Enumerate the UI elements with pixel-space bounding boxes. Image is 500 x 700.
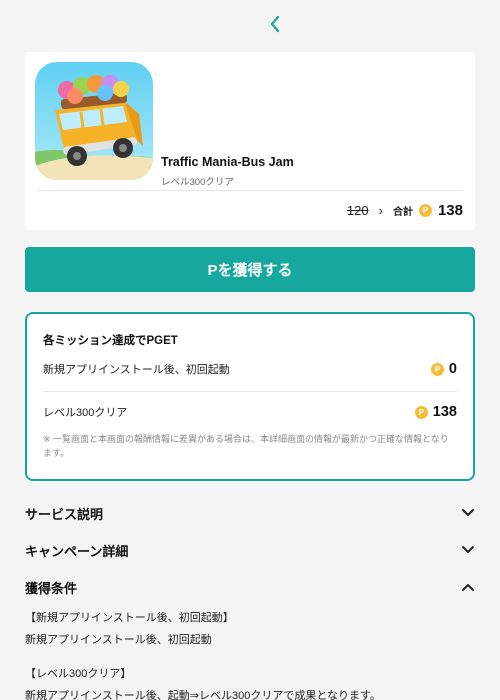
chevron-down-icon [462, 509, 474, 516]
app-card: Traffic Mania-Bus Jam レベル300クリア 120 › 合計… [25, 52, 475, 230]
mission-label: レベル300クリア [43, 407, 128, 419]
mission-item: 新規アプリインストール後、初回起動 P 0 [43, 359, 457, 379]
chevron-left-icon [270, 15, 280, 33]
condition-heading: 【レベル300クリア】 [25, 668, 132, 680]
old-price: 120 [346, 202, 369, 218]
chevron-up-icon [462, 584, 474, 591]
mission-item: レベル300クリア P 138 [43, 402, 457, 422]
app-title: Traffic Mania-Bus Jam [161, 155, 294, 169]
section-title: サービス説明 [25, 506, 104, 522]
divider [43, 391, 457, 392]
condition-text: 新規アプリインストール後、初回起動 [25, 634, 212, 646]
mission-points: P 138 [414, 404, 457, 420]
condition-text: 新規アプリインストール後、起動⇒レベル300クリアで成果となります。 [25, 690, 381, 700]
back-button[interactable] [264, 12, 286, 36]
point-coin-icon: P [418, 203, 432, 217]
section-campaign-details[interactable]: キャンペーン詳細 [25, 539, 475, 561]
app-icon [35, 62, 153, 180]
total-points: 138 [437, 201, 463, 219]
section-acquisition-conditions[interactable]: 獲得条件 [25, 576, 475, 598]
point-coin-icon: P [430, 362, 444, 376]
section-title: キャンペーン詳細 [25, 543, 129, 559]
total-label: 合計 [392, 206, 413, 218]
get-points-button[interactable]: Pを獲得する [25, 247, 475, 292]
chevron-right-icon: › [378, 202, 383, 218]
divider [37, 190, 463, 191]
point-coin-icon: P [414, 405, 428, 419]
section-title: 獲得条件 [25, 580, 78, 596]
condition-heading: 【新規アプリインストール後、初回起動】 [25, 612, 234, 624]
mission-title: 各ミッション達成でPGET [43, 335, 178, 347]
mission-points-value: 138 [432, 404, 457, 420]
mission-points-value: 0 [448, 361, 457, 377]
section-service-description[interactable]: サービス説明 [25, 502, 475, 524]
mission-points: P 0 [430, 361, 457, 377]
app-subtitle: レベル300クリア [161, 177, 234, 188]
mission-label: 新規アプリインストール後、初回起動 [43, 364, 230, 376]
price-row: 120 › 合計 P 138 [347, 200, 463, 220]
chevron-down-icon [462, 546, 474, 553]
mission-box: 各ミッション達成でPGET 新規アプリインストール後、初回起動 P 0 レベル3… [25, 312, 475, 481]
mission-note: ※ 一覧画面と本画面の報酬情報に差異がある場合は、本詳細画面の情報が最新かつ正確… [43, 434, 449, 459]
